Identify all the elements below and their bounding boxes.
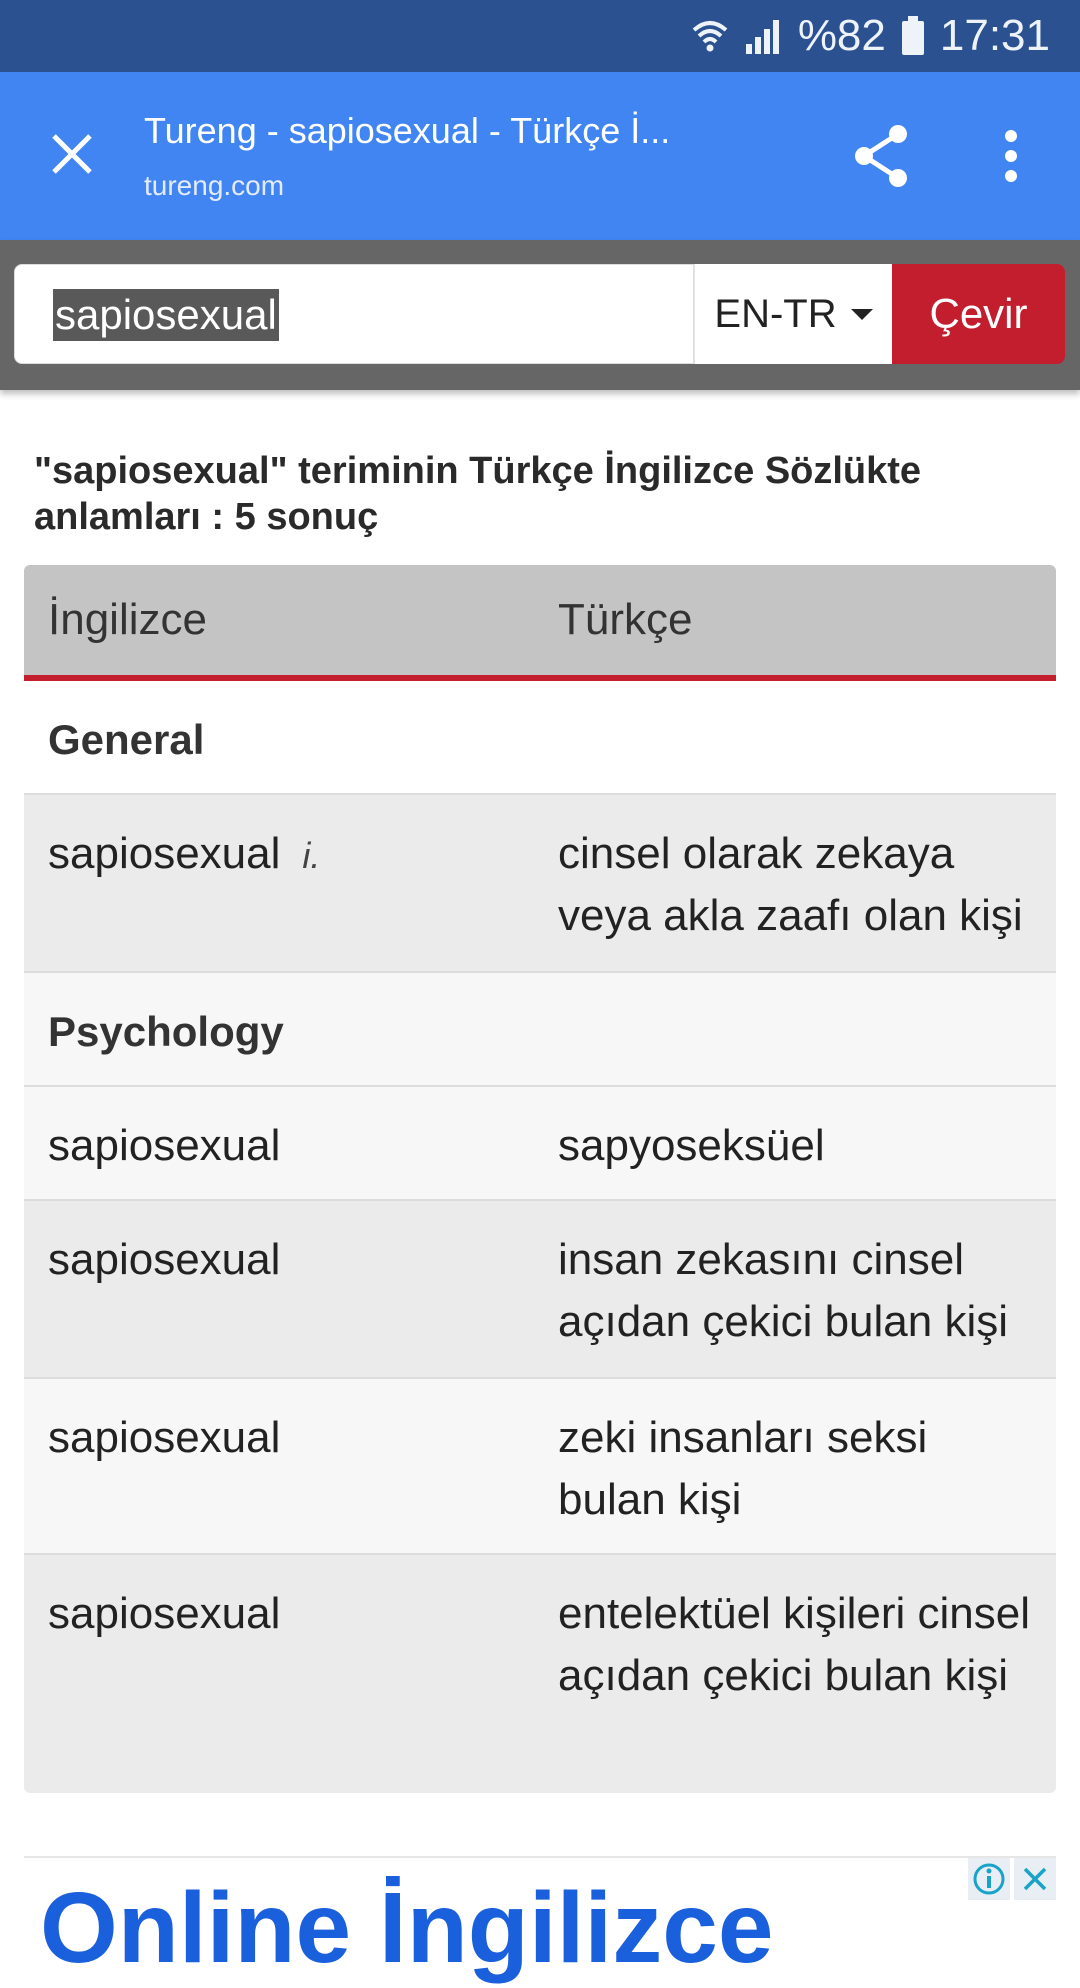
- turkish-term[interactable]: insan zekasını cinsel açıdan çekici bula…: [558, 1229, 1038, 1353]
- overflow-menu-icon: [985, 130, 1037, 194]
- close-icon: [50, 132, 94, 181]
- table-row: sapiosexual i. cinsel olarak zekaya veya …: [24, 795, 1056, 973]
- table-row: sapiosexual entelektüel kişileri cinsel …: [24, 1555, 1056, 1793]
- english-term-text: sapiosexual: [48, 829, 281, 878]
- english-term[interactable]: sapiosexual: [48, 1115, 280, 1177]
- category-row: Psychology: [24, 973, 1056, 1087]
- overflow-menu-button[interactable]: [985, 122, 1037, 190]
- ad-headline[interactable]: Online İngilizce: [40, 1868, 773, 1988]
- language-select-value: EN-TR: [714, 291, 837, 336]
- turkish-term[interactable]: cinsel olarak zekaya veya akla zaafı ola…: [558, 823, 1038, 947]
- caret-down-icon: [850, 308, 873, 320]
- turkish-term[interactable]: sapyoseksüel: [558, 1115, 1038, 1177]
- status-indicators: %82 17:31: [690, 0, 1050, 72]
- battery-percent: %82: [797, 11, 886, 60]
- results-table: İngilizce Türkçe General sapiosexual i. c…: [24, 565, 1056, 1793]
- english-term[interactable]: sapiosexual: [48, 1407, 280, 1469]
- part-of-speech: i.: [302, 835, 321, 876]
- translate-button[interactable]: Çevir: [892, 264, 1065, 364]
- status-bar: %82 17:31: [0, 0, 1080, 72]
- ad-info-icon[interactable]: [968, 1858, 1010, 1900]
- category-label: Psychology: [48, 1008, 284, 1055]
- table-row: sapiosexual insan zekasını cinsel açıdan…: [24, 1201, 1056, 1379]
- column-header-english: İngilizce: [48, 595, 207, 644]
- signal-icon: [744, 16, 784, 56]
- share-icon: [848, 125, 916, 194]
- turkish-term[interactable]: zeki insanları seksi bulan kişi: [558, 1407, 1038, 1531]
- page-domain: tureng.com: [144, 170, 285, 201]
- search-input-value: sapiosexual: [53, 289, 279, 341]
- table-row: sapiosexual zeki insanları seksi bulan k…: [24, 1379, 1056, 1555]
- english-term[interactable]: sapiosexual: [48, 1583, 280, 1645]
- share-button[interactable]: [848, 122, 916, 190]
- english-term[interactable]: sapiosexual: [48, 1229, 280, 1291]
- table-header: İngilizce Türkçe: [24, 565, 1056, 681]
- close-button[interactable]: [40, 124, 104, 188]
- wifi-icon: [690, 16, 730, 56]
- english-term[interactable]: sapiosexual i.: [48, 823, 320, 887]
- ad-divider: [24, 1856, 1056, 1858]
- column-header-turkish: Türkçe: [558, 595, 693, 644]
- clock: 17:31: [939, 11, 1050, 60]
- custom-tab-toolbar: Tureng - sapiosexual - Türkçe İ... turen…: [0, 72, 1080, 240]
- page-title: Tureng - sapiosexual - Türkçe İ...: [144, 110, 671, 151]
- category-label: General: [48, 716, 205, 763]
- category-row: General: [24, 681, 1056, 795]
- search-bar: sapiosexual EN-TR Çevir: [0, 240, 1080, 390]
- results-heading: "sapiosexual" teriminin Türkçe İngilizce…: [34, 450, 922, 538]
- language-select[interactable]: EN-TR: [694, 264, 892, 364]
- ad-controls: [968, 1858, 1056, 1900]
- table-row: sapiosexual sapyoseksüel: [24, 1087, 1056, 1201]
- turkish-term[interactable]: entelektüel kişileri cinsel açıdan çekic…: [558, 1583, 1038, 1707]
- battery-icon: [900, 15, 926, 57]
- ad-close-icon[interactable]: [1014, 1858, 1056, 1900]
- search-input[interactable]: sapiosexual: [14, 264, 694, 364]
